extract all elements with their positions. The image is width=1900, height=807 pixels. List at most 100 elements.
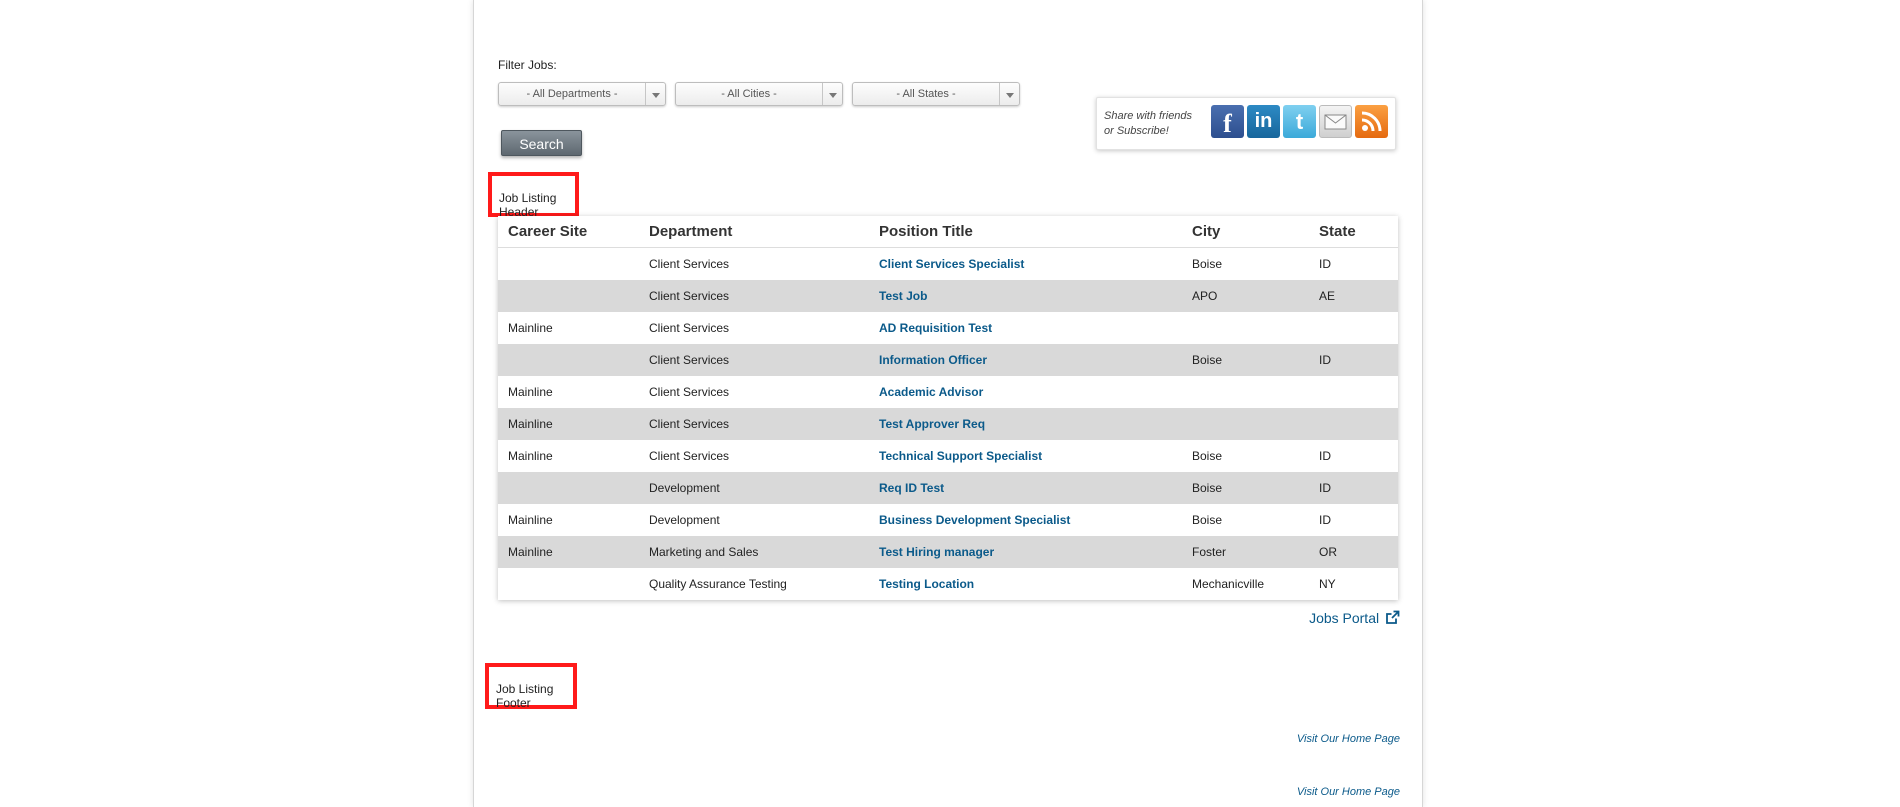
- department-cell: Client Services: [649, 321, 730, 335]
- email-icon[interactable]: [1319, 105, 1352, 138]
- city-cell: Boise: [1192, 449, 1223, 463]
- department-select-value: - All Departments -: [526, 88, 618, 100]
- state-cell: ID: [1309, 344, 1398, 376]
- department-cell: Client Services: [649, 257, 730, 271]
- share-panel: Share with friends or Subscribe! f in t: [1096, 97, 1396, 150]
- position-title-link[interactable]: Client Services Specialist: [879, 257, 1024, 271]
- position-title-link[interactable]: Test Approver Req: [879, 417, 985, 431]
- career-site-cell: Mainline: [508, 513, 553, 527]
- job-listing-header-box: Job Listing Header: [488, 172, 579, 219]
- position-title-link[interactable]: Test Hiring manager: [879, 545, 994, 559]
- state-cell: ID: [1309, 472, 1398, 504]
- position-title-cell: Test Hiring manager: [869, 536, 1182, 568]
- jobs-portal-link[interactable]: Jobs Portal: [1309, 610, 1400, 626]
- job-listing-footer-box: Job Listing Footer: [485, 663, 577, 710]
- position-title-link[interactable]: Testing Location: [879, 577, 974, 591]
- state-select[interactable]: - All States -: [852, 82, 1020, 106]
- search-button[interactable]: Search: [501, 130, 582, 156]
- department-cell: Marketing and Sales: [639, 536, 869, 568]
- career-site-cell: Mainline: [508, 449, 553, 463]
- state-cell: ID: [1319, 513, 1331, 527]
- state-cell: NY: [1319, 577, 1336, 591]
- department-select[interactable]: - All Departments -: [498, 82, 666, 106]
- rss-feed-icon: [1361, 111, 1382, 132]
- position-title-link[interactable]: AD Requisition Test: [879, 321, 992, 335]
- position-title-cell: Client Services Specialist: [869, 248, 1182, 281]
- city-cell: [1182, 376, 1309, 408]
- table-row: Mainline Client Services Test Approver R…: [498, 408, 1398, 440]
- city-cell: [1182, 408, 1309, 440]
- position-title-cell: Testing Location: [869, 568, 1182, 600]
- state-cell: AE: [1309, 280, 1398, 312]
- visit-home-page-link[interactable]: Visit Our Home Page: [1297, 733, 1400, 745]
- visit-home-page-link[interactable]: Visit Our Home Page: [1297, 786, 1400, 798]
- department-cell: Client Services: [639, 408, 869, 440]
- city-select[interactable]: - All Cities -: [675, 82, 843, 106]
- department-cell: Client Services: [639, 344, 869, 376]
- city-cell: Boise: [1182, 472, 1309, 504]
- city-cell: [1182, 312, 1309, 344]
- department-cell: Quality Assurance Testing: [649, 577, 787, 591]
- column-header-state[interactable]: State: [1309, 216, 1398, 248]
- career-site-cell: [498, 248, 639, 281]
- department-cell: Development: [649, 513, 720, 527]
- city-cell: Mechanicville: [1192, 577, 1265, 591]
- rss-icon[interactable]: [1355, 105, 1388, 138]
- position-title-link[interactable]: Test Job: [879, 289, 927, 303]
- position-title-cell: Academic Advisor: [869, 376, 1182, 408]
- city-cell: Boise: [1182, 344, 1309, 376]
- table-header-row: Career Site Department Position Title Ci…: [498, 216, 1398, 248]
- chevron-down-icon: [645, 83, 665, 105]
- twitter-icon[interactable]: t: [1283, 105, 1316, 138]
- column-header-career-site[interactable]: Career Site: [498, 216, 639, 248]
- position-title-cell: AD Requisition Test: [869, 312, 1182, 344]
- position-title-link[interactable]: Req ID Test: [879, 481, 944, 495]
- career-site-cell: [498, 568, 639, 600]
- city-select-value: - All Cities -: [721, 88, 777, 100]
- table-row: Mainline Development Business Developmen…: [498, 504, 1398, 536]
- career-site-cell: [498, 472, 639, 504]
- state-cell: OR: [1309, 536, 1398, 568]
- state-cell: ID: [1319, 257, 1331, 271]
- job-listing-header-label: Job Listing Header: [499, 191, 557, 219]
- chevron-down-icon: [822, 83, 842, 105]
- share-text-line1: Share with friends: [1104, 110, 1193, 122]
- state-cell: [1309, 312, 1398, 344]
- department-cell: Client Services: [649, 449, 730, 463]
- city-cell: Boise: [1192, 513, 1223, 527]
- career-site-cell: Mainline: [508, 321, 553, 335]
- position-title-link[interactable]: Academic Advisor: [879, 385, 983, 399]
- state-cell: ID: [1319, 449, 1331, 463]
- table-row: Development Req ID Test Boise ID: [498, 472, 1398, 504]
- position-title-link[interactable]: Information Officer: [879, 353, 987, 367]
- position-title-link[interactable]: Technical Support Specialist: [879, 449, 1042, 463]
- facebook-icon[interactable]: f: [1211, 105, 1244, 138]
- position-title-cell: Test Job: [869, 280, 1182, 312]
- column-header-position-title[interactable]: Position Title: [869, 216, 1182, 248]
- envelope-icon: [1324, 114, 1347, 130]
- chevron-down-icon: [999, 83, 1019, 105]
- department-cell: Client Services: [649, 385, 730, 399]
- table-row: Client Services Test Job APO AE: [498, 280, 1398, 312]
- department-cell: Client Services: [639, 280, 869, 312]
- position-title-cell: Business Development Specialist: [869, 504, 1182, 536]
- column-header-department[interactable]: Department: [639, 216, 869, 248]
- job-listing-table: Career Site Department Position Title Ci…: [498, 216, 1398, 600]
- filter-jobs-label: Filter Jobs:: [498, 58, 557, 72]
- city-cell: APO: [1182, 280, 1309, 312]
- position-title-cell: Technical Support Specialist: [869, 440, 1182, 472]
- state-cell: [1309, 376, 1398, 408]
- column-header-city[interactable]: City: [1182, 216, 1309, 248]
- city-cell: Boise: [1192, 257, 1223, 271]
- table-row: Client Services Information Officer Bois…: [498, 344, 1398, 376]
- job-listing-footer-label: Job Listing Footer: [496, 682, 554, 710]
- position-title-cell: Information Officer: [869, 344, 1182, 376]
- table-row: Mainline Marketing and Sales Test Hiring…: [498, 536, 1398, 568]
- linkedin-icon[interactable]: in: [1247, 105, 1280, 138]
- career-site-cell: Mainline: [498, 536, 639, 568]
- table-row: Client Services Client Services Speciali…: [498, 248, 1398, 281]
- position-title-link[interactable]: Business Development Specialist: [879, 513, 1070, 527]
- page-container: Filter Jobs: - All Departments - - All C…: [473, 0, 1423, 807]
- department-cell: Development: [639, 472, 869, 504]
- share-text-line2: or Subscribe!: [1104, 125, 1169, 137]
